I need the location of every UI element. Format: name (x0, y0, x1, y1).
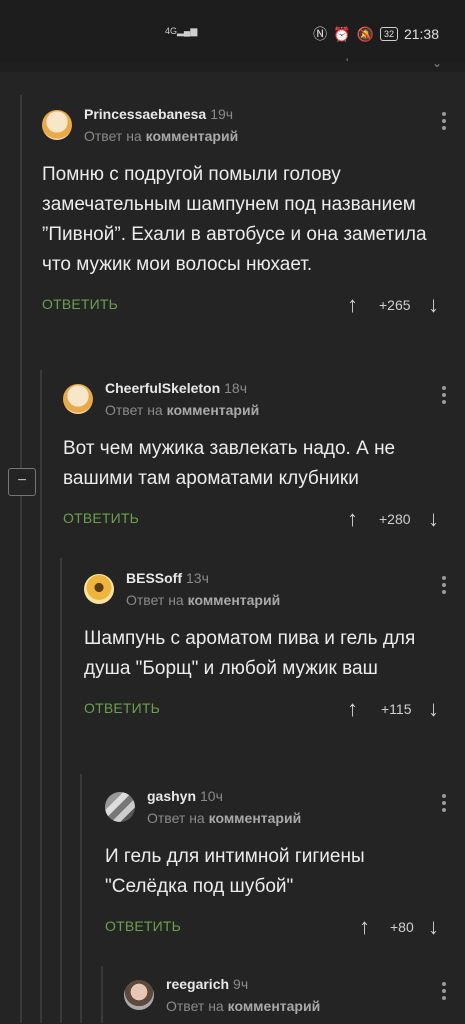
thread-line-2[interactable] (40, 370, 42, 1023)
author-name[interactable]: gashyn 10ч (147, 788, 223, 804)
more-menu-icon[interactable] (442, 794, 446, 815)
avatar-cat-icon[interactable] (42, 110, 72, 140)
comment-text: Вот чем мужика завлекать надо. А не ваши… (63, 438, 396, 489)
reply-button[interactable]: ОТВЕТИТЬ (105, 918, 181, 934)
more-menu-icon[interactable] (442, 982, 446, 1003)
score: +265 (379, 297, 411, 313)
comment-actions: ОТВЕТИТЬ ↑ +265 ↓ (42, 290, 446, 320)
comment-header: reegarich 9ч Ответ на комментарий (124, 976, 446, 1024)
upvote-icon[interactable]: ↑ (347, 292, 358, 318)
comment-header: Princessaebanesa 19ч Ответ на комментарий (42, 106, 446, 154)
battery-icon: 32 (379, 27, 398, 41)
author-name[interactable]: BESSoff 13ч (126, 570, 209, 586)
signal-label: 4G (165, 26, 178, 36)
comment: Princessaebanesa 19ч Ответ на комментарий… (42, 106, 446, 320)
status-icons: Ⓝ ⏰ 🔕 32 21:38 (313, 24, 439, 44)
author-name[interactable]: CheerfulSkeleton 18ч (105, 380, 247, 396)
upvote-icon[interactable]: ↑ (359, 914, 370, 940)
comment-actions: ОТВЕТИТЬ ↑ +80 ↓ (105, 912, 446, 942)
collapse-thread-button[interactable]: − (8, 468, 36, 496)
downvote-icon[interactable]: ↓ (428, 506, 439, 532)
avatar-cat-icon[interactable] (63, 384, 93, 414)
clock: 21:38 (403, 26, 439, 42)
reply-to-label[interactable]: Ответ на комментарий (126, 592, 280, 608)
fragment-mark: ' (346, 56, 349, 70)
downvote-icon[interactable]: ↓ (428, 696, 439, 722)
downvote-icon[interactable]: ↓ (428, 914, 439, 940)
author-name[interactable]: Princessaebanesa 19ч (84, 106, 233, 122)
reply-button[interactable]: ОТВЕТИТЬ (84, 700, 160, 716)
signal-icon: 4G▂▄▆ (165, 26, 198, 36)
score: +80 (390, 919, 414, 935)
thread-line-1[interactable] (20, 95, 22, 1023)
thread-line-3[interactable] (60, 558, 62, 1023)
comment-time: 13ч (186, 570, 209, 586)
downvote-icon[interactable]: ↓ (428, 292, 439, 318)
comment-header: gashyn 10ч Ответ на комментарий (105, 788, 446, 836)
comment-header: CheerfulSkeleton 18ч Ответ на комментарий (63, 380, 446, 428)
reply-to-label[interactable]: Ответ на комментарий (166, 998, 320, 1014)
score: +115 (381, 701, 412, 717)
comment-header: BESSoff 13ч Ответ на комментарий (84, 570, 446, 618)
comment-actions: ОТВЕТИТЬ ↑ +115 ↓ (84, 694, 446, 724)
upvote-icon[interactable]: ↑ (347, 696, 358, 722)
reply-to-label[interactable]: Ответ на комментарий (84, 128, 238, 144)
previous-comment-fragment: ' ⌄ (0, 56, 465, 72)
more-menu-icon[interactable] (442, 386, 446, 407)
upvote-icon[interactable]: ↑ (347, 506, 358, 532)
avatar-flower-icon[interactable] (84, 574, 114, 604)
more-menu-icon[interactable] (442, 576, 446, 597)
comment: reegarich 9ч Ответ на комментарий (124, 976, 446, 1024)
avatar-photo-icon[interactable] (124, 980, 154, 1010)
reply-to-label[interactable]: Ответ на комментарий (105, 402, 259, 418)
more-menu-icon[interactable] (442, 112, 446, 133)
reply-button[interactable]: ОТВЕТИТЬ (63, 510, 139, 526)
comment-time: 9ч (233, 976, 249, 992)
comment: BESSoff 13ч Ответ на комментарий Шампунь … (84, 570, 446, 724)
comment-text: Помню с подругой помыли голову замечател… (42, 164, 427, 275)
avatar-abstract-icon[interactable] (105, 792, 135, 822)
chevron-down-icon: ⌄ (432, 56, 443, 70)
comment: CheerfulSkeleton 18ч Ответ на комментарий… (63, 380, 446, 534)
comment-time: 18ч (224, 380, 248, 396)
comment: gashyn 10ч Ответ на комментарий И гель дл… (105, 788, 446, 942)
comment-time: 10ч (200, 788, 223, 804)
status-bar: 4G▂▄▆ Ⓝ ⏰ 🔕 32 21:38 (0, 0, 465, 62)
score: +280 (379, 511, 411, 527)
alarm-icon: ⏰ (333, 25, 351, 42)
comment-actions: ОТВЕТИТЬ ↑ +280 ↓ (63, 504, 446, 534)
mute-icon: 🔕 (356, 25, 374, 42)
comment-time: 19ч (210, 106, 234, 122)
comment-text: Шампунь с ароматом пива и гель для душа … (84, 628, 416, 679)
thread-line-5[interactable] (101, 966, 103, 1023)
comment-text: И гель для интимной гигиены "Селёдка под… (105, 846, 365, 897)
reply-to-label[interactable]: Ответ на комментарий (147, 810, 301, 826)
reply-button[interactable]: ОТВЕТИТЬ (42, 296, 118, 312)
author-name[interactable]: reegarich 9ч (166, 976, 248, 992)
thread-line-4[interactable] (80, 774, 82, 1023)
nfc-icon: Ⓝ (313, 26, 328, 42)
